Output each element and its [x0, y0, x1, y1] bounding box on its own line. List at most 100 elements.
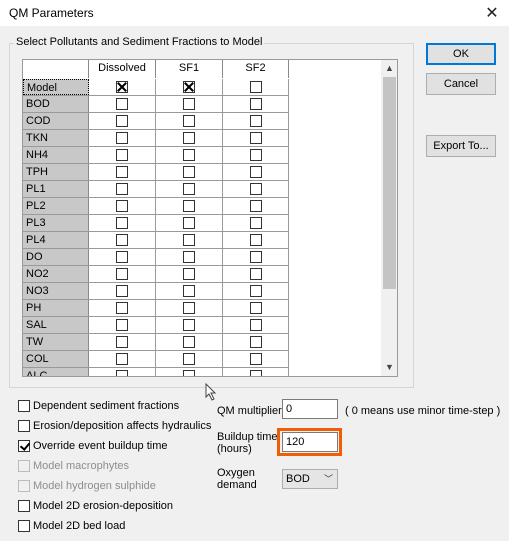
oxygen-demand-select[interactable]: BOD ﹀	[282, 469, 338, 489]
grid-cell	[223, 130, 289, 146]
grid-checkbox[interactable]	[249, 302, 262, 314]
grid-cell	[223, 113, 289, 129]
row-header[interactable]: PH	[23, 300, 89, 316]
checkbox-box[interactable]	[18, 500, 30, 512]
row-header[interactable]: TPH	[23, 164, 89, 180]
grid-checkbox[interactable]	[249, 268, 262, 280]
grid-checkbox[interactable]	[116, 302, 128, 314]
grid-checkbox[interactable]	[116, 370, 128, 376]
grid-checkbox[interactable]	[183, 302, 195, 314]
grid-checkbox[interactable]	[116, 285, 128, 297]
grid-checkbox[interactable]	[116, 98, 128, 110]
pollutant-grid[interactable]: Dissolved SF1 SF2 Model BOD COD TKN NH4 TPH PL…	[22, 59, 398, 377]
row-header[interactable]: DO	[23, 249, 89, 265]
column-header-dissolved[interactable]: Dissolved	[89, 60, 156, 78]
row-header[interactable]: PL1	[23, 181, 89, 197]
table-row: PL2	[23, 198, 289, 215]
row-header[interactable]: PL3	[23, 215, 89, 231]
grid-checkbox[interactable]	[249, 285, 262, 297]
grid-checkbox[interactable]	[116, 132, 128, 144]
grid-checkbox[interactable]	[116, 81, 128, 93]
checkbox-box[interactable]	[18, 520, 30, 532]
table-row: PL3	[23, 215, 289, 232]
column-header-sf2[interactable]: SF2	[223, 60, 289, 78]
row-header[interactable]: TW	[23, 334, 89, 350]
ok-button[interactable]: OK	[426, 43, 496, 65]
grid-checkbox[interactable]	[249, 370, 262, 376]
row-header[interactable]: PL2	[23, 198, 89, 214]
grid-checkbox[interactable]	[249, 200, 262, 212]
row-header[interactable]: TKN	[23, 130, 89, 146]
grid-checkbox[interactable]	[116, 183, 128, 195]
grid-checkbox[interactable]	[249, 183, 262, 195]
grid-checkbox[interactable]	[183, 200, 195, 212]
checkbox-box[interactable]	[18, 420, 30, 432]
export-to-button[interactable]: Export To...	[426, 135, 496, 157]
grid-checkbox[interactable]	[183, 183, 195, 195]
grid-checkbox[interactable]	[183, 336, 195, 348]
grid-checkbox[interactable]	[249, 353, 262, 365]
grid-checkbox[interactable]	[249, 336, 262, 348]
grid-checkbox[interactable]	[249, 115, 262, 127]
grid-checkbox[interactable]	[249, 132, 262, 144]
grid-checkbox[interactable]	[249, 166, 262, 178]
grid-checkbox[interactable]	[116, 217, 128, 229]
option-label: Model 2D bed load	[33, 520, 126, 532]
row-header[interactable]: NO2	[23, 266, 89, 282]
grid-checkbox[interactable]	[116, 353, 128, 365]
grid-checkbox[interactable]	[116, 336, 128, 348]
grid-checkbox[interactable]	[116, 166, 128, 178]
grid-checkbox[interactable]	[183, 285, 195, 297]
grid-cell	[156, 130, 223, 146]
grid-checkbox[interactable]	[249, 251, 262, 263]
grid-checkbox[interactable]	[183, 370, 195, 376]
row-header[interactable]: Model	[23, 79, 89, 95]
buildup-time-input[interactable]: 120	[282, 432, 338, 452]
close-icon[interactable]: ✕	[483, 3, 501, 23]
grid-checkbox[interactable]	[249, 149, 262, 161]
grid-vertical-scrollbar[interactable]: ▲ ▼	[381, 60, 397, 376]
grid-checkbox[interactable]	[183, 132, 195, 144]
scroll-thumb[interactable]	[383, 77, 396, 289]
grid-checkbox[interactable]	[183, 251, 195, 263]
row-header[interactable]: SAL	[23, 317, 89, 333]
grid-checkbox[interactable]	[249, 217, 262, 229]
row-header[interactable]: BOD	[23, 96, 89, 112]
grid-checkbox[interactable]	[116, 200, 128, 212]
grid-checkbox[interactable]	[116, 268, 128, 280]
grid-checkbox[interactable]	[116, 149, 128, 161]
qm-multiplier-input[interactable]: 0	[282, 399, 338, 419]
grid-checkbox[interactable]	[183, 115, 195, 127]
grid-checkbox[interactable]	[249, 81, 262, 93]
grid-checkbox[interactable]	[183, 234, 195, 246]
grid-checkbox[interactable]	[183, 149, 195, 161]
grid-checkbox[interactable]	[249, 319, 262, 331]
grid-checkbox[interactable]	[183, 166, 195, 178]
grid-checkbox[interactable]	[116, 234, 128, 246]
grid-checkbox[interactable]	[116, 251, 128, 263]
row-header[interactable]: NO3	[23, 283, 89, 299]
row-header[interactable]: PL4	[23, 232, 89, 248]
grid-checkbox[interactable]	[183, 353, 195, 365]
scroll-up-icon[interactable]: ▲	[381, 60, 397, 77]
scroll-down-icon[interactable]: ▼	[381, 359, 397, 376]
checkbox-box[interactable]	[18, 400, 30, 412]
row-header[interactable]: COL	[23, 351, 89, 367]
grid-checkbox[interactable]	[183, 217, 195, 229]
grid-checkbox[interactable]	[183, 98, 195, 110]
row-header[interactable]: ALC	[23, 368, 89, 376]
table-row: BOD	[23, 96, 289, 113]
cancel-button[interactable]: Cancel	[426, 73, 496, 95]
grid-checkbox[interactable]	[249, 98, 262, 110]
grid-checkbox[interactable]	[183, 81, 195, 93]
column-header-sf1[interactable]: SF1	[156, 60, 223, 78]
row-header[interactable]: COD	[23, 113, 89, 129]
grid-checkbox[interactable]	[116, 319, 128, 331]
grid-checkbox[interactable]	[249, 234, 262, 246]
grid-checkbox[interactable]	[116, 115, 128, 127]
grid-checkbox[interactable]	[183, 268, 195, 280]
grid-checkbox[interactable]	[183, 319, 195, 331]
row-header[interactable]: NH4	[23, 147, 89, 163]
checkmark-icon[interactable]	[18, 440, 30, 452]
grid-cell	[156, 96, 223, 112]
